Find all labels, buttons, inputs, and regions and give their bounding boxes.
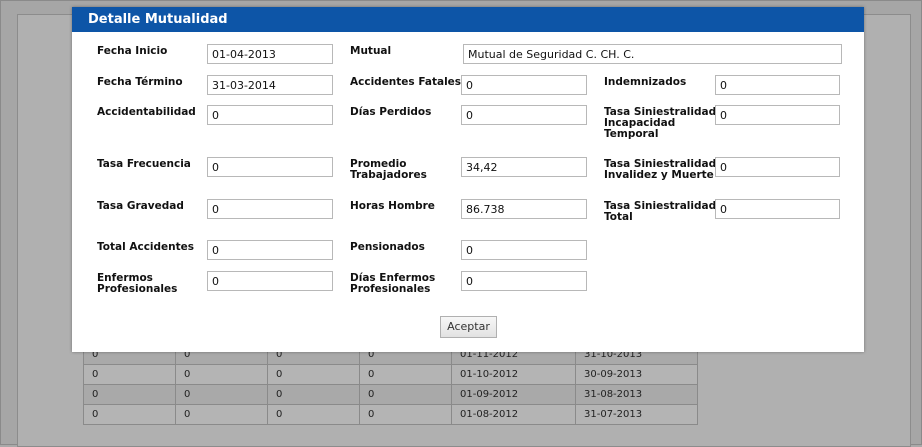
table-cell: 31-08-2013 xyxy=(575,384,698,405)
table-cell: 0 xyxy=(175,404,268,425)
table-cell: 0 xyxy=(175,364,268,385)
table-cell: 0 xyxy=(175,384,268,405)
tasa-siniestralidad-total-input[interactable]: 0 xyxy=(715,199,840,219)
indemnizados-label: Indemnizados xyxy=(604,76,687,88)
dias-enfermos-profesionales-input[interactable]: 0 xyxy=(461,271,587,291)
table-cell: 31-07-2013 xyxy=(575,404,698,425)
dias-perdidos-input[interactable]: 0 xyxy=(461,105,587,125)
tasa-siniestralidad-invalidez-label: Tasa Siniestralidad Invalidez y Muerte xyxy=(604,158,717,181)
fecha-termino-label: Fecha Término xyxy=(97,76,183,88)
tasa-siniestralidad-incapacidad-input[interactable]: 0 xyxy=(715,105,840,125)
indemnizados-input[interactable]: 0 xyxy=(715,75,840,95)
fecha-inicio-label: Fecha Inicio xyxy=(97,45,168,57)
total-accidentes-input[interactable]: 0 xyxy=(207,240,333,260)
table-cell: 01-10-2012 xyxy=(451,364,576,385)
mutual-label: Mutual xyxy=(350,45,392,57)
pensionados-input[interactable]: 0 xyxy=(461,240,587,260)
dias-enfermos-profesionales-label: Días Enfermos Profesionales xyxy=(350,272,436,295)
table-cell: 0 xyxy=(83,364,176,385)
enfermos-profesionales-input[interactable]: 0 xyxy=(207,271,333,291)
table-cell: 0 xyxy=(359,384,452,405)
accidentes-fatales-label: Accidentes Fatales xyxy=(350,76,462,88)
dialog-title: Detalle Mutualidad xyxy=(72,7,864,32)
total-accidentes-label: Total Accidentes xyxy=(97,241,195,253)
table-cell: 01-08-2012 xyxy=(451,404,576,425)
mutual-input[interactable]: Mutual de Seguridad C. CH. C. xyxy=(463,44,842,64)
aceptar-button[interactable]: Aceptar xyxy=(440,316,497,338)
table-cell: 0 xyxy=(83,404,176,425)
horas-hombre-label: Horas Hombre xyxy=(350,200,435,212)
table-cell: 01-09-2012 xyxy=(451,384,576,405)
table-cell: 0 xyxy=(267,404,360,425)
horas-hombre-input[interactable]: 86.738 xyxy=(461,199,587,219)
promedio-trabajadores-label: Promedio Trabajadores xyxy=(350,158,427,181)
tasa-siniestralidad-total-label: Tasa Siniestralidad Total xyxy=(604,200,717,223)
tasa-frecuencia-input[interactable]: 0 xyxy=(207,157,333,177)
table-cell: 0 xyxy=(267,384,360,405)
accidentes-fatales-input[interactable]: 0 xyxy=(461,75,587,95)
tasa-gravedad-input[interactable]: 0 xyxy=(207,199,333,219)
enfermos-profesionales-label: Enfermos Profesionales xyxy=(97,272,178,295)
fecha-termino-input[interactable]: 31-03-2014 xyxy=(207,75,333,95)
table-row: 0 0 0 0 01-10-2012 30-09-2013 xyxy=(83,364,698,385)
table-cell: 30-09-2013 xyxy=(575,364,698,385)
tasa-siniestralidad-invalidez-input[interactable]: 0 xyxy=(715,157,840,177)
pensionados-label: Pensionados xyxy=(350,241,425,253)
promedio-trabajadores-input[interactable]: 34,42 xyxy=(461,157,587,177)
table-row: 0 0 0 0 01-08-2012 31-07-2013 xyxy=(83,404,698,425)
tasa-siniestralidad-incapacidad-label: Tasa Siniestralidad Incapacidad Temporal xyxy=(604,106,717,140)
history-table: 0 0 0 0 01-11-2012 31-10-2013 0 0 0 0 01-10-2012 30… xyxy=(83,344,698,425)
tasa-gravedad-label: Tasa Gravedad xyxy=(97,200,184,212)
tasa-frecuencia-label: Tasa Frecuencia xyxy=(97,158,191,170)
accidentabilidad-input[interactable]: 0 xyxy=(207,105,333,125)
table-cell: 0 xyxy=(359,404,452,425)
detalle-mutualidad-dialog: Detalle Mutualidad Fecha Inicio 01-04-20… xyxy=(72,7,864,352)
table-row: 0 0 0 0 01-09-2012 31-08-2013 xyxy=(83,384,698,405)
table-cell: 0 xyxy=(267,364,360,385)
table-cell: 0 xyxy=(83,384,176,405)
fecha-inicio-input[interactable]: 01-04-2013 xyxy=(207,44,333,64)
dias-perdidos-label: Días Perdidos xyxy=(350,106,432,118)
table-cell: 0 xyxy=(359,364,452,385)
accidentabilidad-label: Accidentabilidad xyxy=(97,106,196,118)
